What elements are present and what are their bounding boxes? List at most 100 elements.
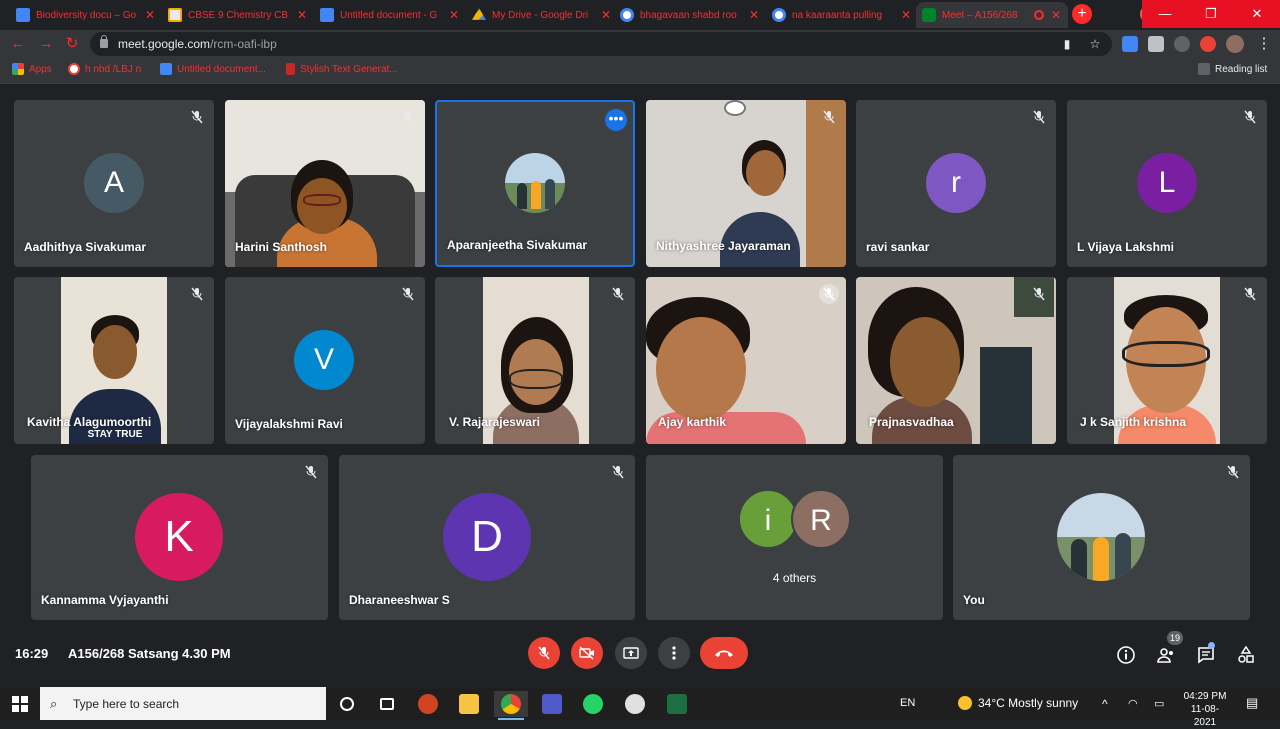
bookmark-item[interactable]: Untitled document... <box>160 63 266 75</box>
windows-taskbar: ⌕ Type here to search EN 34°C Mostly sun… <box>0 687 1280 728</box>
meeting-details-button[interactable] <box>1116 645 1136 665</box>
bookmark-star-icon[interactable]: ☆ <box>1088 37 1102 51</box>
powerpoint-icon[interactable] <box>411 691 445 717</box>
browser-tab-strip: Biodiversity docu – Go ✕ CBSE 9 Chemistr… <box>0 0 1280 30</box>
avatar: V <box>294 330 354 390</box>
bookmark-label: h nbd /LBJ n <box>85 63 142 75</box>
windows-start-icon[interactable] <box>12 696 28 712</box>
leave-call-button[interactable] <box>700 637 748 669</box>
more-options-icon[interactable]: ••• <box>605 109 627 131</box>
self-tile[interactable]: You <box>953 455 1250 620</box>
people-count-badge: 19 <box>1167 631 1183 645</box>
bookmark-item[interactable]: Stylish Text Generat... <box>286 63 398 75</box>
minimize-button[interactable]: — <box>1142 0 1188 28</box>
excel-icon[interactable] <box>660 691 694 717</box>
taskbar-clock[interactable]: 04:29 PM 11-08-2021 <box>1182 690 1228 729</box>
close-tab-icon[interactable]: ✕ <box>296 8 308 22</box>
close-window-button[interactable]: ✕ <box>1234 0 1280 28</box>
new-tab-button[interactable]: + <box>1072 4 1092 24</box>
browser-tab[interactable]: CBSE 9 Chemistry CB ✕ <box>162 2 314 28</box>
browser-tab-active[interactable]: Meet – A156/268 ✕ <box>916 2 1068 28</box>
maximize-button[interactable]: ❐ <box>1188 0 1234 28</box>
mic-off-icon <box>190 110 204 124</box>
docs-icon <box>160 63 172 75</box>
back-icon[interactable]: ← <box>8 34 28 54</box>
window-controls: — ❐ ✕ <box>1142 0 1280 28</box>
cortana-icon[interactable] <box>330 691 364 717</box>
browser-tab[interactable]: bhagavaan shabd roo ✕ <box>614 2 766 28</box>
mic-off-icon <box>401 110 415 124</box>
browser-tab[interactable]: na kaaraanta pulling ✕ <box>766 2 918 28</box>
close-tab-icon[interactable]: ✕ <box>1050 8 1062 22</box>
participant-tile[interactable]: r ravi sankar <box>856 100 1056 267</box>
present-screen-button[interactable] <box>615 637 647 669</box>
participant-tile[interactable]: L L Vijaya Lakshmi <box>1067 100 1267 267</box>
more-options-button[interactable] <box>658 637 690 669</box>
wifi-icon[interactable]: ◠ <box>1128 697 1138 710</box>
chrome-taskbar-icon[interactable] <box>494 691 528 720</box>
browser-tab[interactable]: My Drive - Google Dri ✕ <box>466 2 618 28</box>
person-face <box>890 317 960 407</box>
camera-icon[interactable]: ▮ <box>1060 37 1074 51</box>
participant-tile-focused[interactable]: ••• Aparanjeetha Sivakumar <box>435 100 635 267</box>
info-icon <box>1117 646 1135 664</box>
paint-icon[interactable] <box>618 691 652 717</box>
participant-tile[interactable]: V Vijayalakshmi Ravi <box>225 277 425 444</box>
google-icon <box>620 8 634 22</box>
taskbar-search[interactable]: ⌕ Type here to search <box>40 687 326 720</box>
task-view-icon[interactable] <box>370 691 404 717</box>
participant-tile-video[interactable]: J k Sanjith krishna <box>1067 277 1267 444</box>
participant-tile-video[interactable]: V. Rajarajeswari <box>435 277 635 444</box>
close-tab-icon[interactable]: ✕ <box>748 8 760 22</box>
close-tab-icon[interactable]: ✕ <box>144 8 156 22</box>
bookmark-item[interactable]: h nbd /LBJ n <box>68 63 141 75</box>
browser-tab[interactable]: Biodiversity docu – Go ✕ <box>10 2 162 28</box>
bookmark-apps[interactable]: Apps <box>12 63 52 75</box>
show-everyone-button[interactable] <box>1156 645 1176 665</box>
close-tab-icon[interactable]: ✕ <box>600 8 612 22</box>
avatar: A <box>84 153 144 213</box>
participant-tile[interactable]: D Dharaneeshwar S <box>339 455 635 620</box>
input-language[interactable]: EN <box>900 697 915 709</box>
chevron-up-icon[interactable]: ^ <box>1102 697 1108 711</box>
notification-icon[interactable]: ▤ <box>1246 695 1258 711</box>
chrome-menu-icon[interactable]: ⋮ <box>1254 34 1274 54</box>
participant-tile[interactable]: A Aadhithya Sivakumar <box>14 100 214 267</box>
extension-icon[interactable] <box>1200 36 1216 52</box>
participant-name: Aadhithya Sivakumar <box>24 240 147 254</box>
extension-icon[interactable] <box>1148 36 1164 52</box>
profile-avatar[interactable] <box>1226 35 1244 53</box>
participant-tile-video[interactable]: Ajay karthik <box>646 277 846 444</box>
participant-tile[interactable]: K Kannamma Vyjayanthi <box>31 455 328 620</box>
search-icon: ⌕ <box>50 696 58 711</box>
glasses <box>303 194 341 206</box>
extension-icon[interactable] <box>1122 36 1138 52</box>
address-bar[interactable]: meet.google.com/rcm-oafi-ibp ▮ ☆ <box>90 32 1112 56</box>
extension-icon[interactable] <box>1174 36 1190 52</box>
weather-widget[interactable]: 34°C Mostly sunny <box>958 696 1078 710</box>
browser-tab[interactable]: Untitled document - G ✕ <box>314 2 466 28</box>
whatsapp-icon[interactable] <box>576 691 610 717</box>
mic-off-icon <box>1032 110 1046 124</box>
recording-indicator-icon <box>1034 10 1044 20</box>
close-tab-icon[interactable]: ✕ <box>448 8 460 22</box>
reload-icon[interactable]: ↻ <box>62 34 82 54</box>
others-tile[interactable]: i R 4 others <box>646 455 943 620</box>
participant-tile-video[interactable]: Nithyashree Jayaraman <box>646 100 846 267</box>
battery-icon[interactable]: ▭ <box>1154 697 1164 710</box>
participant-tile-video[interactable]: STAY TRUE Kavitha Alagumoorthi <box>14 277 214 444</box>
file-explorer-icon[interactable] <box>452 691 486 717</box>
forward-icon[interactable]: → <box>36 34 56 54</box>
activities-button[interactable] <box>1236 645 1256 665</box>
bookmark-label: Untitled document... <box>177 63 266 75</box>
participant-tile-video[interactable]: Prajnasvadhaa <box>856 277 1056 444</box>
participant-tile-video[interactable]: Harini Santhosh <box>225 100 425 267</box>
reading-list-button[interactable]: Reading list <box>1198 63 1267 75</box>
close-tab-icon[interactable]: ✕ <box>900 8 912 22</box>
avatar: r <box>926 153 986 213</box>
mic-off-icon <box>304 465 318 479</box>
mic-toggle-button[interactable] <box>528 637 560 669</box>
teams-icon[interactable] <box>535 691 569 717</box>
camera-toggle-button[interactable] <box>571 637 603 669</box>
mic-off-icon <box>1243 110 1257 124</box>
